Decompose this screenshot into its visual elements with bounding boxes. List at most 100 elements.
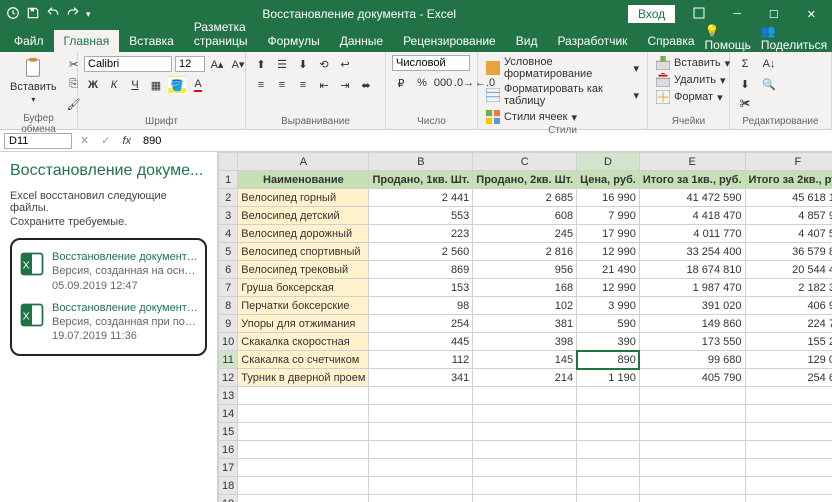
cell[interactable]: Скакалка со счетчиком: [238, 351, 369, 369]
cell[interactable]: 1 190: [577, 369, 640, 387]
header-cell[interactable]: Продано, 1кв. Шт.: [369, 171, 473, 189]
col-header[interactable]: A: [238, 153, 369, 171]
inc-decimal-icon[interactable]: .0→: [455, 74, 473, 92]
cell[interactable]: [238, 459, 369, 477]
cell[interactable]: 224 790: [745, 315, 832, 333]
signin-button[interactable]: Вход: [628, 5, 675, 23]
cell[interactable]: [369, 387, 473, 405]
row-header[interactable]: 17: [219, 459, 238, 477]
cell[interactable]: 149 860: [639, 315, 745, 333]
indent-dec-icon[interactable]: ⇤: [315, 76, 333, 94]
row-header[interactable]: 18: [219, 477, 238, 495]
share-link[interactable]: 👥 Поделиться: [761, 24, 827, 52]
cell[interactable]: [639, 459, 745, 477]
cell[interactable]: 4 418 470: [639, 207, 745, 225]
cell[interactable]: Скакалка скоростная: [238, 333, 369, 351]
percent-icon[interactable]: %: [413, 74, 431, 92]
merge-icon[interactable]: ⬌: [357, 76, 375, 94]
row-header[interactable]: 4: [219, 225, 238, 243]
cell[interactable]: 4 857 920: [745, 207, 832, 225]
save-icon[interactable]: [26, 6, 40, 23]
cell[interactable]: 608: [473, 207, 577, 225]
cell[interactable]: Упоры для отжимания: [238, 315, 369, 333]
cell[interactable]: 33 254 400: [639, 243, 745, 261]
insert-cells-button[interactable]: Вставить ▾: [654, 55, 732, 71]
cell[interactable]: [369, 441, 473, 459]
clear-icon[interactable]: ✀: [736, 95, 754, 113]
cell[interactable]: [745, 423, 832, 441]
row-header[interactable]: 15: [219, 423, 238, 441]
tab-данные[interactable]: Данные: [330, 30, 393, 52]
cell[interactable]: 153: [369, 279, 473, 297]
row-header[interactable]: 14: [219, 405, 238, 423]
cell[interactable]: [473, 477, 577, 495]
align-right-icon[interactable]: ≡: [294, 76, 312, 94]
format-cells-button[interactable]: Формат ▾: [654, 89, 725, 105]
cell[interactable]: [745, 405, 832, 423]
enter-formula-icon[interactable]: ✓: [97, 134, 114, 147]
row-header[interactable]: 3: [219, 207, 238, 225]
row-header[interactable]: 11: [219, 351, 238, 369]
close-icon[interactable]: ✕: [797, 8, 826, 21]
tab-вставка[interactable]: Вставка: [119, 30, 184, 52]
cell[interactable]: [577, 405, 640, 423]
cell[interactable]: Перчатки боксерские: [238, 297, 369, 315]
cell[interactable]: [639, 405, 745, 423]
cell[interactable]: 20 544 440: [745, 261, 832, 279]
align-left-icon[interactable]: ≡: [252, 76, 270, 94]
paste-button[interactable]: Вставить▾: [6, 55, 61, 106]
cell[interactable]: [369, 423, 473, 441]
align-top-icon[interactable]: ⬆: [252, 55, 270, 73]
col-header[interactable]: B: [369, 153, 473, 171]
cell[interactable]: 12 990: [577, 279, 640, 297]
cell[interactable]: 254 660: [745, 369, 832, 387]
col-header[interactable]: D: [577, 153, 640, 171]
maximize-icon[interactable]: ☐: [759, 8, 789, 21]
cell[interactable]: [745, 387, 832, 405]
cell[interactable]: 381: [473, 315, 577, 333]
cell[interactable]: 890: [577, 351, 640, 369]
cell[interactable]: [473, 423, 577, 441]
cell[interactable]: Велосипед детский: [238, 207, 369, 225]
number-format-select[interactable]: [392, 55, 470, 71]
cell[interactable]: [577, 441, 640, 459]
comma-icon[interactable]: 000: [434, 74, 452, 92]
cell[interactable]: 553: [369, 207, 473, 225]
cancel-formula-icon[interactable]: ✕: [76, 134, 93, 147]
cell[interactable]: [473, 387, 577, 405]
minimize-icon[interactable]: ─: [723, 8, 751, 20]
cell[interactable]: 398: [473, 333, 577, 351]
cell[interactable]: Турник в дверной проем: [238, 369, 369, 387]
cell[interactable]: 12 990: [577, 243, 640, 261]
row-header[interactable]: 9: [219, 315, 238, 333]
formula-input[interactable]: [139, 135, 828, 147]
autosave-icon[interactable]: [6, 6, 20, 23]
cell[interactable]: [577, 459, 640, 477]
currency-icon[interactable]: ₽: [392, 74, 410, 92]
tab-главная[interactable]: Главная: [54, 30, 120, 52]
cell[interactable]: 98: [369, 297, 473, 315]
cell[interactable]: 17 990: [577, 225, 640, 243]
cell[interactable]: [577, 495, 640, 502]
cell[interactable]: [639, 441, 745, 459]
sort-filter-icon[interactable]: A↓: [758, 55, 780, 73]
col-header[interactable]: F: [745, 153, 832, 171]
cell[interactable]: [745, 459, 832, 477]
cell[interactable]: [745, 441, 832, 459]
tab-формулы[interactable]: Формулы: [257, 30, 329, 52]
italic-button[interactable]: К: [105, 76, 123, 94]
cell[interactable]: [639, 495, 745, 502]
cell[interactable]: 254: [369, 315, 473, 333]
spreadsheet-grid[interactable]: ABCDEF1НаименованиеПродано, 1кв. Шт.Прод…: [218, 152, 832, 502]
cell[interactable]: 2 441: [369, 189, 473, 207]
cell[interactable]: 41 472 590: [639, 189, 745, 207]
cell[interactable]: [639, 423, 745, 441]
cell[interactable]: 390: [577, 333, 640, 351]
cell-styles-button[interactable]: Стили ячеек ▾: [484, 109, 579, 125]
header-cell[interactable]: Продано, 2кв. Шт.: [473, 171, 577, 189]
fill-color-button[interactable]: 🪣: [168, 76, 186, 94]
cell[interactable]: 21 490: [577, 261, 640, 279]
cell[interactable]: 2 816: [473, 243, 577, 261]
cell[interactable]: 245: [473, 225, 577, 243]
cell[interactable]: 99 680: [639, 351, 745, 369]
